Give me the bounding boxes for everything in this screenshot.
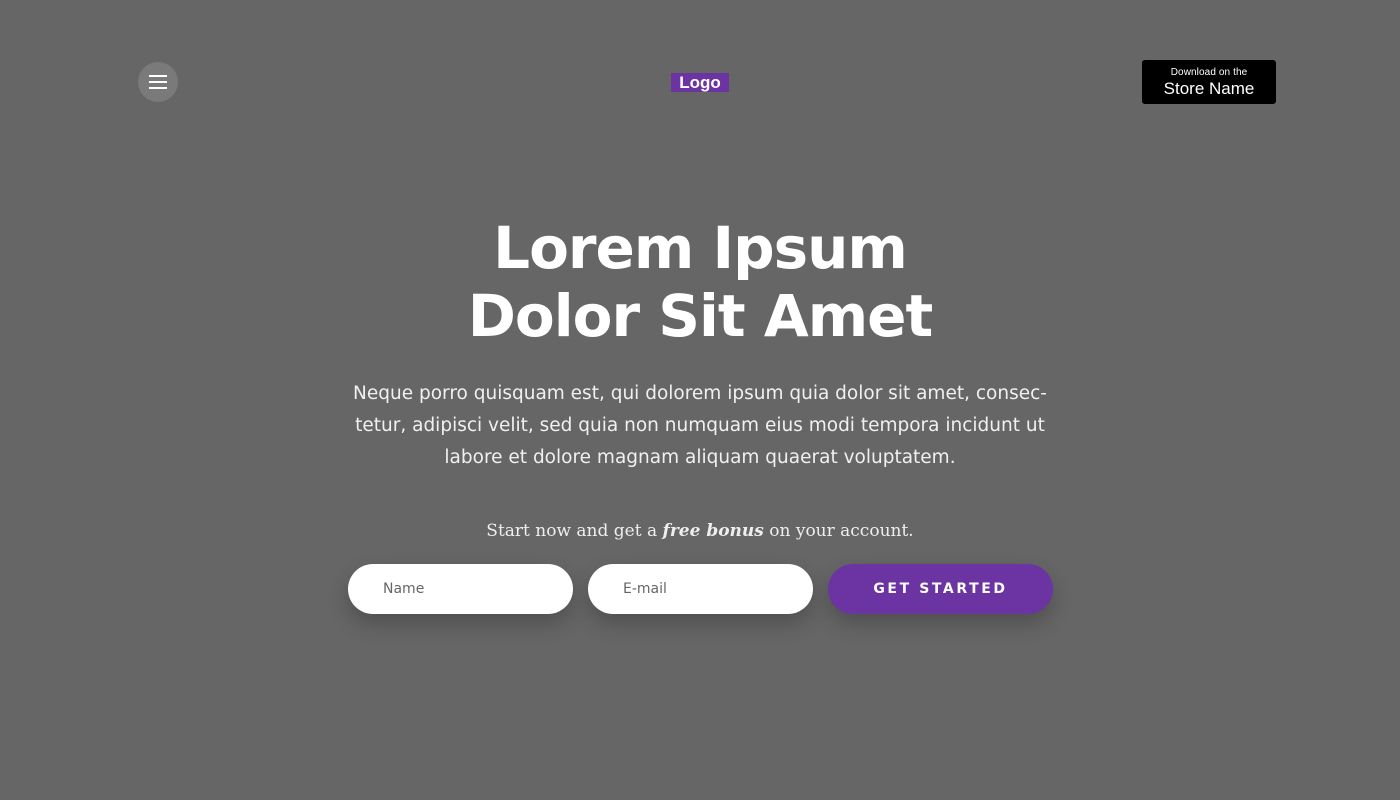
bonus-prefix: Start now and get a <box>486 521 658 541</box>
email-input[interactable] <box>588 564 813 614</box>
name-input[interactable] <box>348 564 573 614</box>
hamburger-menu-icon <box>149 75 167 89</box>
get-started-button[interactable]: GET STARTED <box>828 564 1053 614</box>
logo[interactable]: Logo <box>671 73 729 92</box>
hero-title: Lorem Ipsum Dolor Sit Amet <box>0 214 1400 350</box>
bonus-tagline: Start now and get a free bonus on your a… <box>0 517 1400 545</box>
hero-description: Neque porro quisquam est, qui dolorem ip… <box>353 383 1047 468</box>
bonus-suffix: on your account. <box>769 521 914 541</box>
store-download-badge[interactable]: Download on the Store Name <box>1142 60 1276 104</box>
hero-title-line-1: Lorem Ipsum <box>493 214 908 282</box>
bonus-emphasis: free bonus <box>662 521 764 541</box>
menu-button[interactable] <box>138 62 178 102</box>
store-badge-name: Store Name <box>1163 78 1255 98</box>
store-badge-caption: Download on the <box>1170 66 1248 78</box>
hero-title-line-2: Dolor Sit Amet <box>467 282 933 350</box>
